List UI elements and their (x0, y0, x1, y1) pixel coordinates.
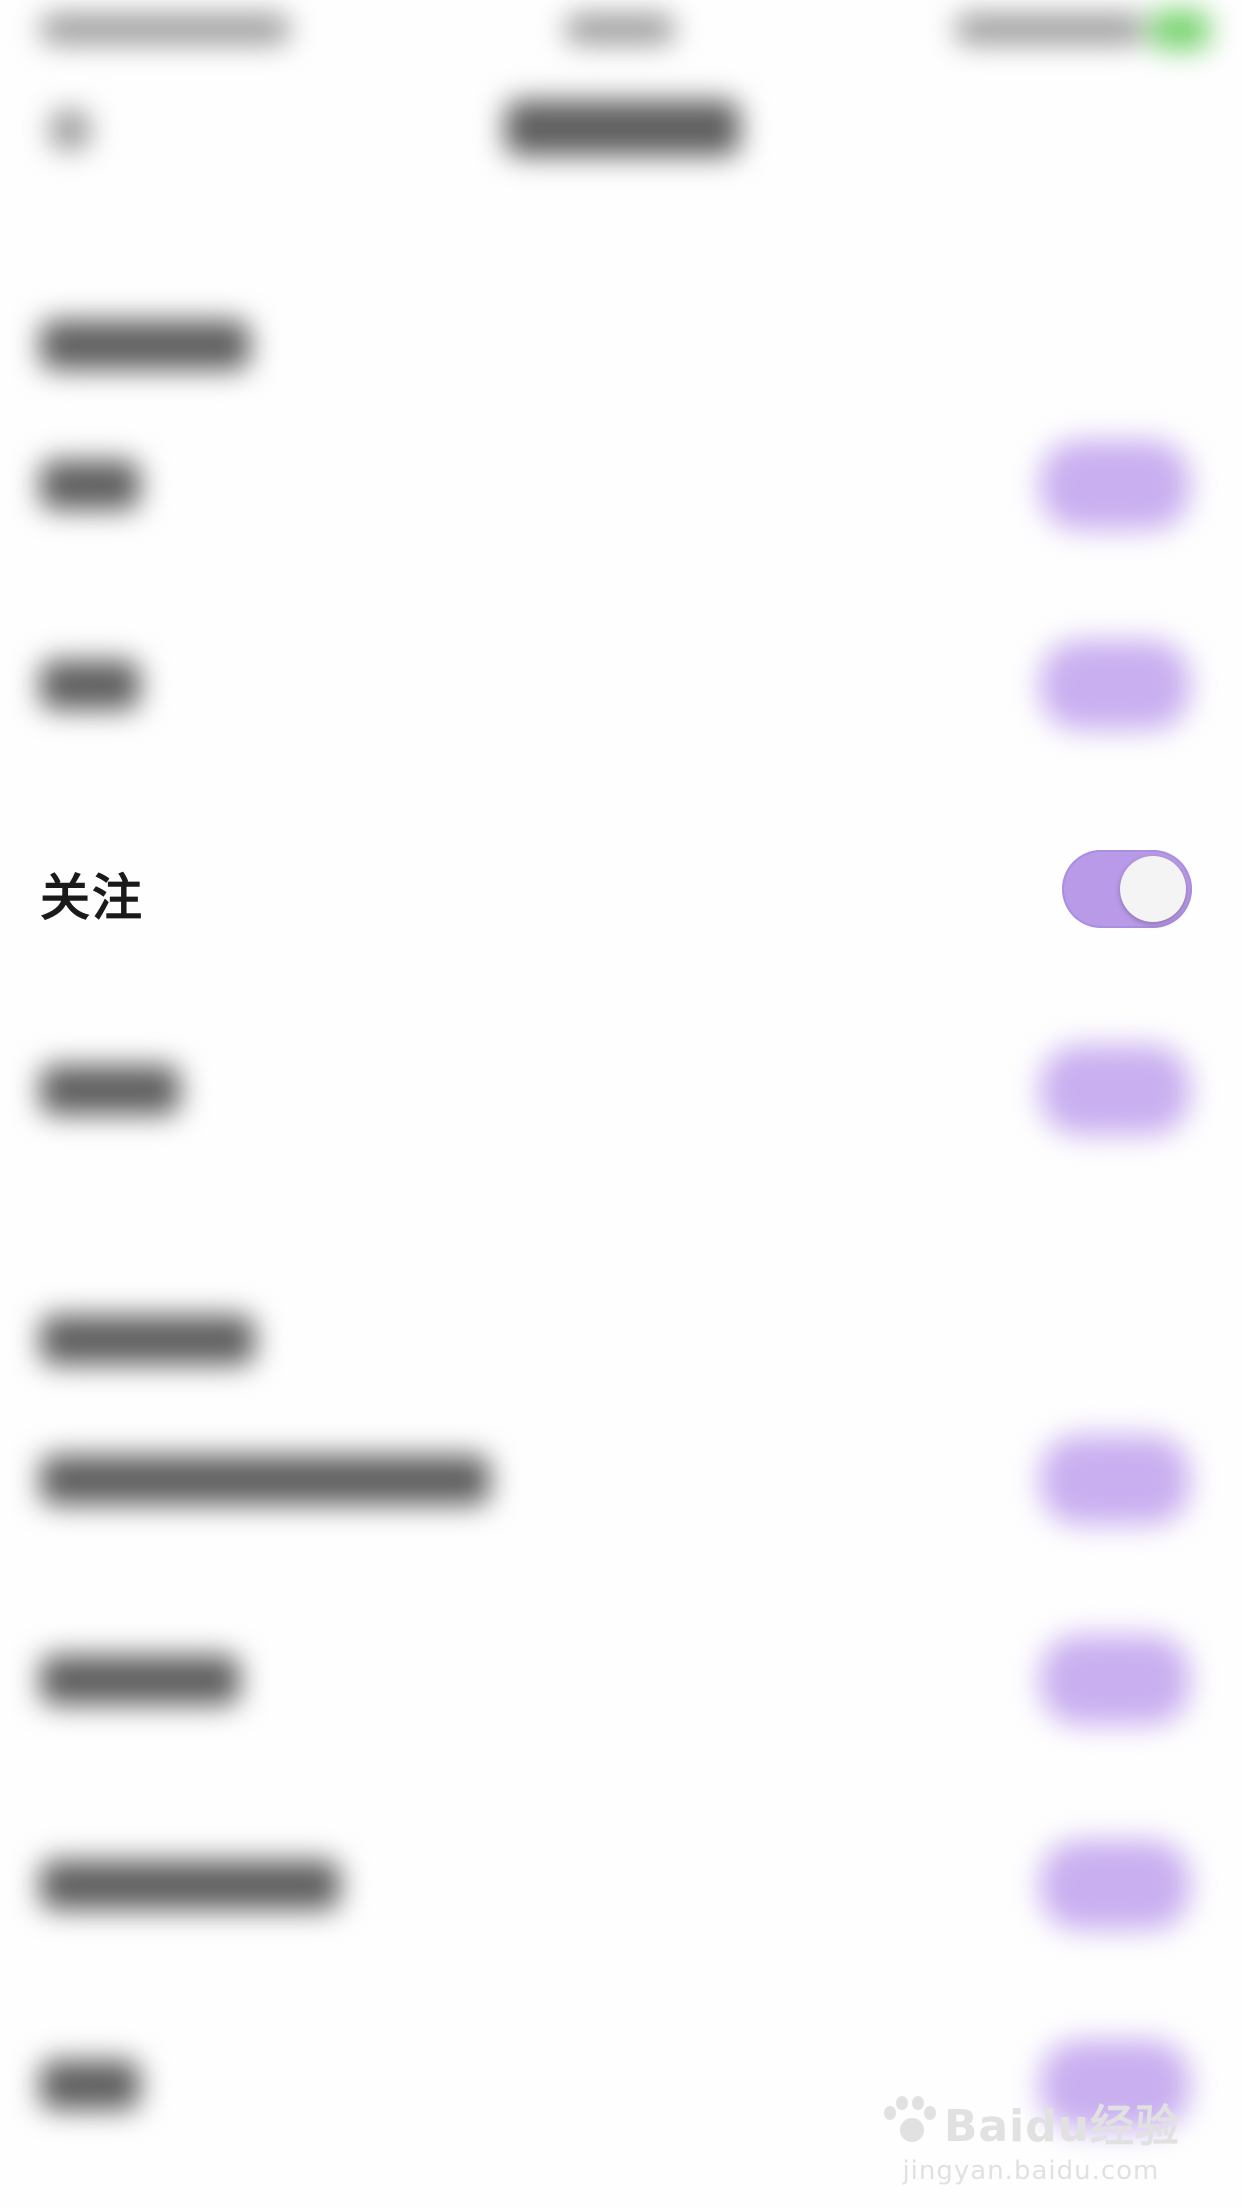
watermark-brand: Baidu经验 (943, 2101, 1180, 2152)
toggle-switch-icon[interactable] (1040, 1635, 1190, 1725)
setting-label (40, 2060, 140, 2110)
baidu-watermark: Baidu经验 jingyan.baidu.com (882, 2090, 1180, 2186)
follow-toggle[interactable] (1062, 850, 1192, 928)
setting-label (40, 1655, 240, 1705)
toggle-switch-icon[interactable] (1040, 1045, 1190, 1135)
section-header (40, 320, 250, 370)
setting-label (40, 1455, 490, 1505)
status-bar-carrier (40, 14, 290, 44)
setting-label (40, 1860, 340, 1910)
toggle-knob (1120, 856, 1186, 922)
setting-label (40, 1065, 180, 1115)
follow-setting-label: 关注 (40, 869, 144, 927)
setting-label (40, 660, 140, 710)
back-arrow-icon[interactable] (50, 110, 90, 150)
nav-title (505, 100, 740, 156)
setting-label (40, 460, 140, 510)
toggle-switch-icon[interactable] (1040, 1435, 1190, 1525)
baidu-paw-icon (882, 2096, 936, 2148)
status-bar-battery (955, 14, 1145, 44)
toggle-switch-icon[interactable] (1040, 640, 1190, 730)
section-header (40, 1315, 255, 1365)
toggle-switch-icon[interactable] (1040, 440, 1190, 530)
battery-icon (1150, 10, 1210, 50)
watermark-url: jingyan.baidu.com (902, 2156, 1160, 2186)
status-bar-time (565, 14, 675, 44)
toggle-switch-icon[interactable] (1040, 1840, 1190, 1930)
